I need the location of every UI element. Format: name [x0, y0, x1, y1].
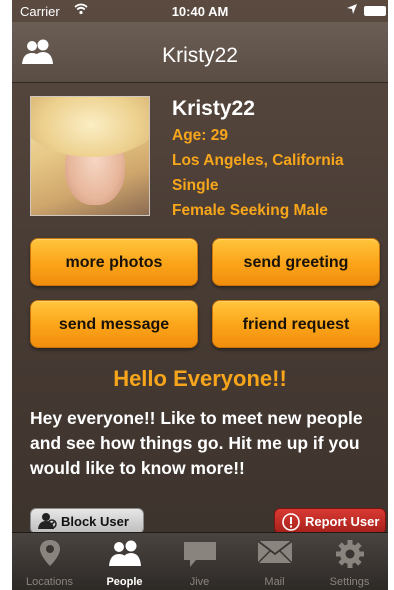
- tab-locations[interactable]: Locations: [12, 533, 87, 590]
- battery-icon: [364, 6, 386, 16]
- send-greeting-button[interactable]: send greeting: [212, 238, 380, 286]
- block-user-button[interactable]: Block User: [30, 508, 144, 534]
- chat-bubble-icon: [183, 542, 216, 567]
- alert-icon: [282, 513, 300, 531]
- tab-label-mail: Mail: [264, 576, 285, 588]
- tab-settings[interactable]: Settings: [312, 533, 387, 590]
- photo-hair: [31, 97, 149, 157]
- nav-title: Kristy22: [162, 44, 238, 67]
- profile-age: Age: 29: [172, 127, 228, 144]
- report-user-button[interactable]: Report User: [274, 508, 386, 534]
- profile-seeking: Female Seeking Male: [172, 202, 328, 219]
- tab-people[interactable]: People: [87, 533, 162, 590]
- tab-bar: Locations People Jive Mail Settings: [12, 532, 388, 590]
- gear-icon: [335, 540, 364, 568]
- send-message-button[interactable]: send message: [30, 300, 198, 348]
- profile-status: Single: [172, 177, 219, 194]
- friend-request-button[interactable]: friend request: [212, 300, 380, 348]
- app-screen: Carrier 10:40 AM Kristy22 Kristy22 Age: …: [12, 0, 388, 590]
- profile-name: Kristy22: [172, 97, 255, 120]
- nav-bar: Kristy22: [12, 22, 388, 83]
- clock: 10:40 AM: [171, 4, 229, 19]
- location-arrow-icon: [346, 3, 358, 18]
- tab-label-jive: Jive: [189, 576, 210, 588]
- status-bar: Carrier 10:40 AM: [12, 0, 388, 22]
- tab-mail[interactable]: Mail: [237, 533, 312, 590]
- tab-label-people: People: [106, 576, 143, 588]
- tab-label-locations: Locations: [25, 576, 74, 588]
- greeting-title: Hello Everyone!!: [113, 366, 287, 391]
- tab-jive[interactable]: Jive: [162, 533, 237, 590]
- mail-icon: [256, 540, 293, 564]
- location-pin-icon: [39, 540, 60, 566]
- profile-location: Los Angeles, California: [172, 152, 344, 169]
- more-photos-button[interactable]: more photos: [30, 238, 198, 286]
- profile-photo[interactable]: [30, 96, 150, 216]
- about-text: Hey everyone!! Like to meet new people a…: [30, 408, 363, 478]
- tab-label-settings: Settings: [329, 576, 370, 588]
- people-icon: [108, 540, 141, 566]
- block-user-icon: [38, 513, 57, 529]
